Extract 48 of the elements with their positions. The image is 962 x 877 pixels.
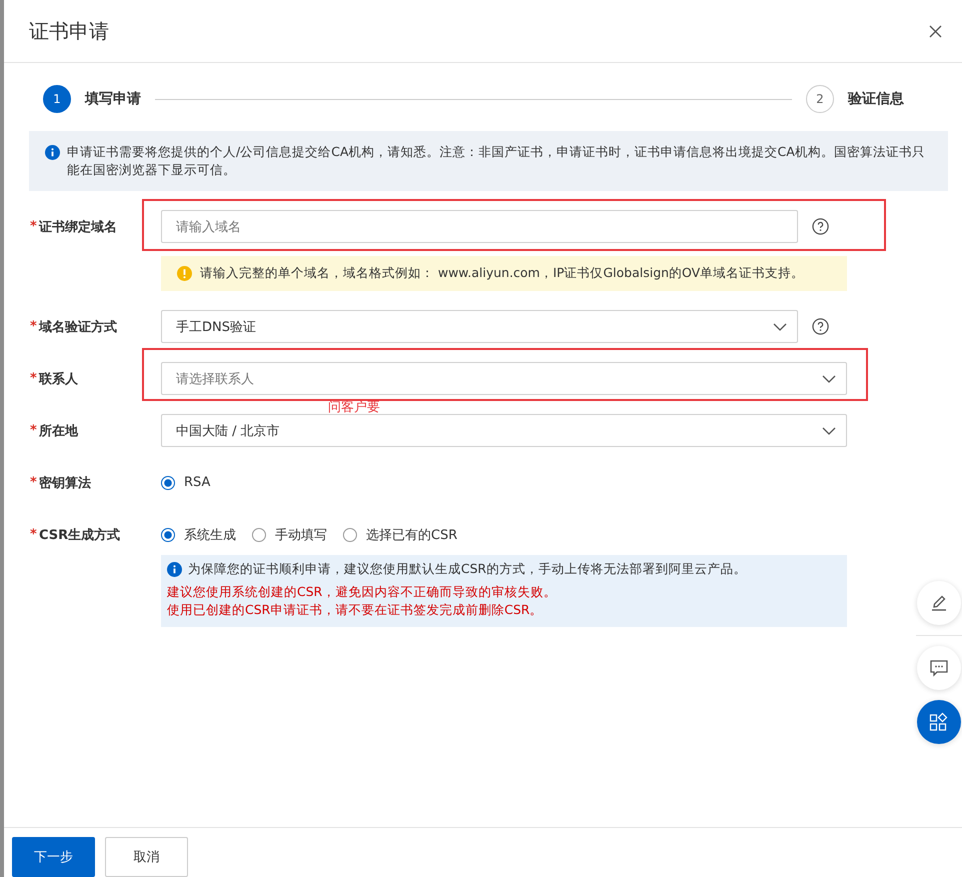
next-button[interactable]: 下一步 bbox=[12, 837, 95, 877]
field-label: 联系人 bbox=[39, 370, 79, 388]
chat-button[interactable] bbox=[917, 646, 961, 690]
edit-button[interactable] bbox=[917, 581, 961, 625]
caret-icon bbox=[773, 322, 787, 330]
radio-option[interactable]: RSA bbox=[161, 475, 210, 490]
select-field[interactable]: 手工DNS验证 bbox=[161, 310, 798, 343]
select-field[interactable]: 中国大陆 / 北京市 bbox=[161, 414, 847, 447]
field-label: 所在地 bbox=[39, 422, 80, 440]
notice-text: 申请证书需要将您提供的个人/公司信息提交给CA机构，请知悉。注意：非国产证书，申请证书时，证书申请信息将出境提交CA机构。国密算法证书只能在国密浏览器下显示可信。 bbox=[67, 143, 926, 179]
caret-icon bbox=[822, 426, 836, 434]
required-mark: * bbox=[30, 527, 38, 542]
required-mark: * bbox=[30, 319, 38, 334]
info-icon bbox=[167, 562, 182, 577]
step-number: 2 bbox=[806, 85, 834, 113]
caret-icon bbox=[822, 374, 836, 382]
dialog-title: 证书申请 bbox=[29, 18, 109, 44]
radio-option[interactable]: 系统生成 bbox=[161, 526, 236, 544]
apps-icon bbox=[929, 712, 949, 732]
note-text: 为保障您的证书顺利申请，建议您使用默认生成CSR的方式，手动上传将无法部署到阿里云产品。 bbox=[188, 561, 746, 578]
required-mark: * bbox=[30, 219, 38, 234]
step-label: 填写申请 bbox=[85, 90, 141, 108]
warning-icon bbox=[177, 266, 192, 281]
required-mark: * bbox=[30, 423, 38, 438]
chat-icon bbox=[929, 658, 949, 678]
warning-text: 使用已创建的CSR申请证书，请不要在证书签发完成前删除CSR。 bbox=[167, 601, 544, 619]
apps-button[interactable] bbox=[917, 700, 961, 744]
field-label: 域名验证方式 bbox=[39, 318, 118, 336]
close-icon[interactable] bbox=[929, 24, 942, 38]
field-label: 证书绑定域名 bbox=[39, 218, 118, 236]
select-field[interactable]: 请选择联系人 bbox=[161, 362, 847, 395]
field-label: CSR生成方式 bbox=[39, 526, 122, 544]
info-icon bbox=[45, 145, 60, 160]
help-icon[interactable] bbox=[812, 218, 829, 235]
required-mark: * bbox=[30, 475, 38, 490]
help-icon[interactable] bbox=[812, 318, 829, 335]
step-label: 验证信息 bbox=[848, 90, 904, 108]
tip-text: 请输入完整的单个域名，域名格式例如： www.aliyun.com，IP证书仅Globalsign的OV单域名证书支持。 bbox=[200, 265, 804, 282]
input-field[interactable]: 请输入域名 bbox=[161, 210, 798, 243]
step-number: 1 bbox=[43, 85, 71, 113]
radio-option[interactable]: 手动填写 bbox=[252, 526, 327, 544]
cancel-button[interactable]: 取消 bbox=[105, 837, 188, 877]
annotation-text: 问客户要 bbox=[328, 402, 380, 414]
pencil-icon bbox=[929, 593, 949, 613]
warning-text: 建议您使用系统创建的CSR，避免因内容不正确而导致的审核失败。 bbox=[167, 583, 558, 601]
required-mark: * bbox=[30, 371, 38, 386]
field-label: 密钥算法 bbox=[39, 474, 92, 492]
radio-option[interactable]: 选择已有的CSR bbox=[343, 526, 458, 544]
